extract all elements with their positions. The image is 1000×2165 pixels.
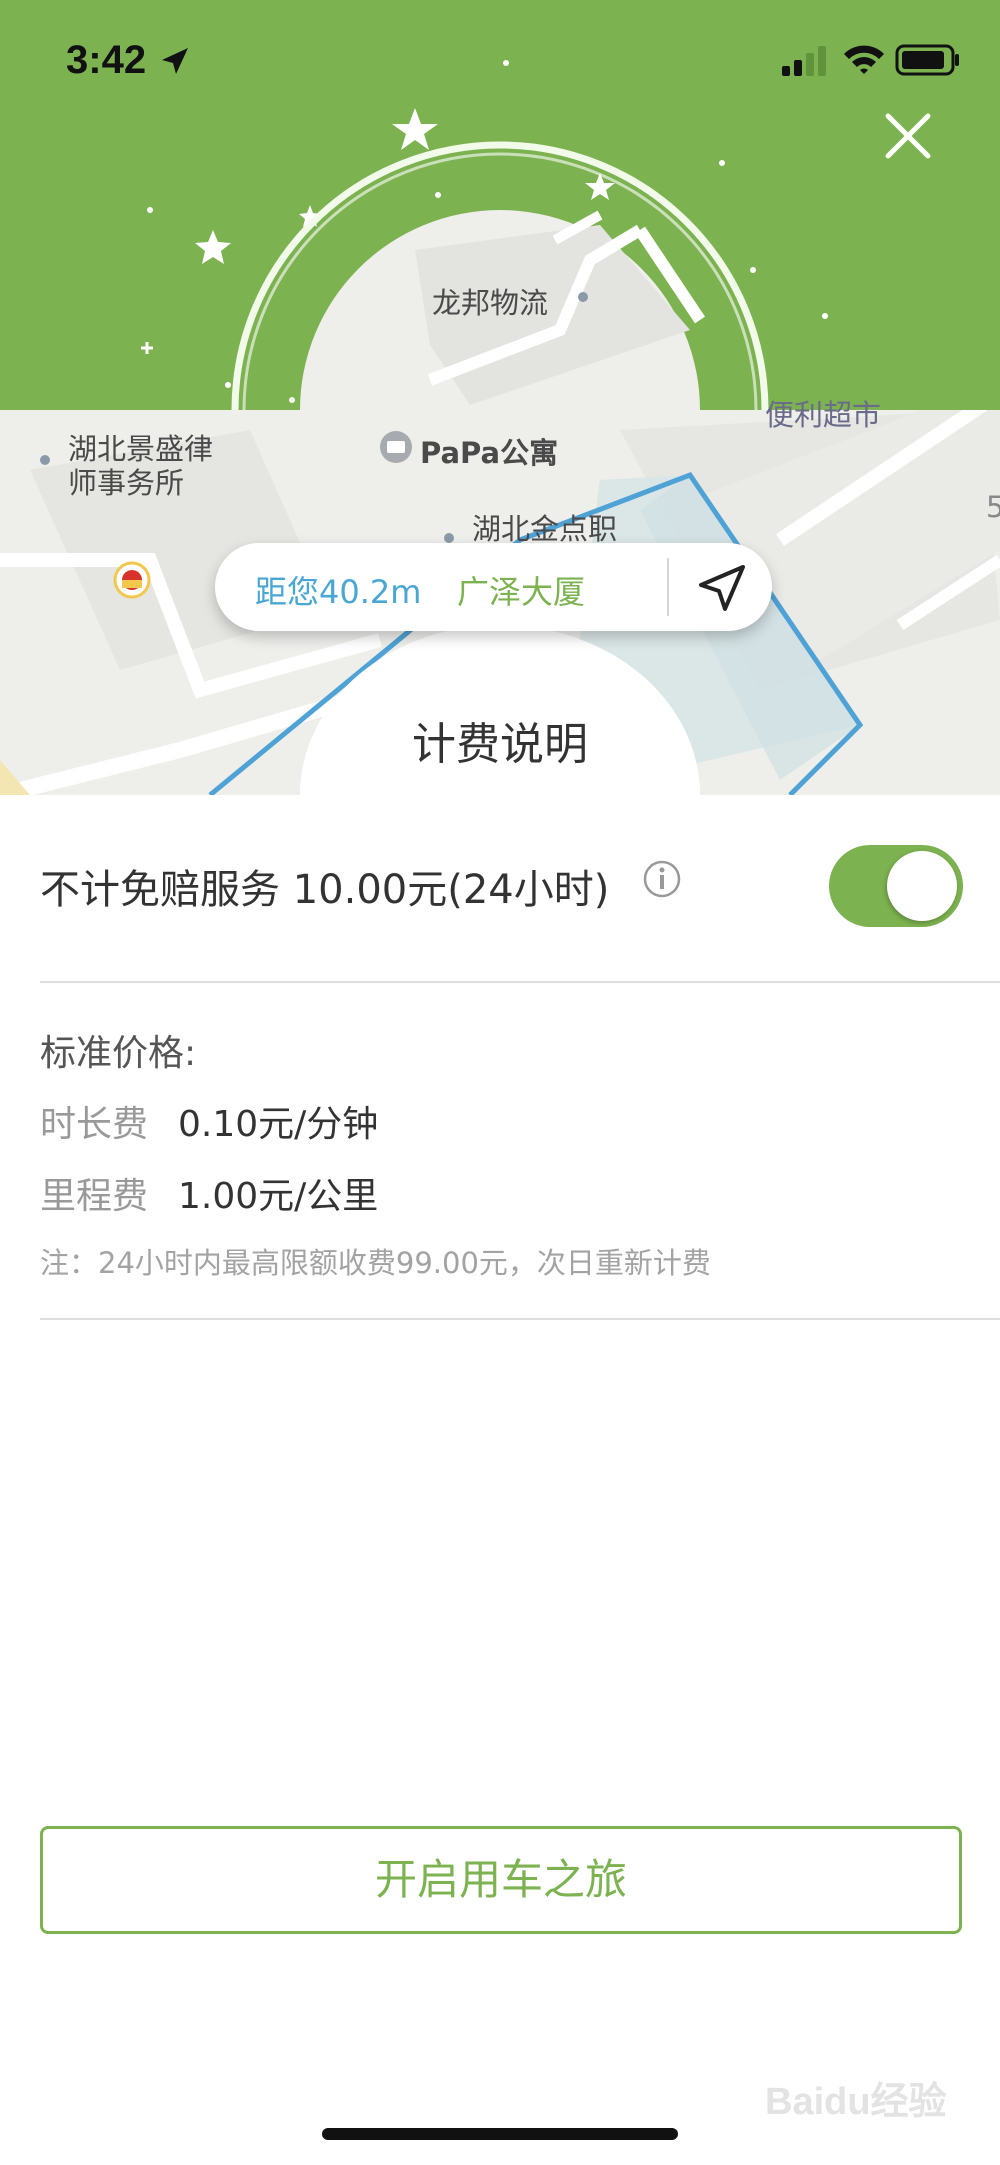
map-label-number: 5: [986, 490, 1000, 524]
map-label-store: 便利超市: [765, 398, 882, 432]
navigate-icon[interactable]: [693, 561, 749, 617]
price-row-duration: 时长费 0.10元/分钟: [40, 1095, 378, 1147]
price-label: 时长费: [40, 1104, 149, 1145]
divider-top: [40, 981, 1000, 983]
location-card: 距您40.2m 广泽大厦: [215, 543, 772, 631]
map-label-law-firm: 师事务所: [68, 466, 185, 500]
hotel-icon: [380, 431, 412, 463]
info-icon[interactable]: [642, 859, 682, 899]
price-row-mileage: 里程费 1.00元/公里: [40, 1167, 378, 1219]
start-trip-button[interactable]: 开启用车之旅: [40, 1826, 962, 1934]
map-label-hubei-jindian: 湖北金点职: [472, 512, 618, 546]
service-row: 不计免赔服务 10.00元(24小时): [0, 795, 1000, 985]
toggle-knob: [887, 851, 957, 921]
map-label-longbang: 龙邦物流: [432, 286, 549, 320]
home-indicator[interactable]: [322, 2128, 678, 2140]
place-name: 广泽大厦: [457, 573, 586, 611]
map-label-papa: PaPa公寓: [420, 436, 559, 470]
price-value: 1.00元/公里: [178, 1176, 379, 1217]
divider-bottom: [40, 1318, 1000, 1320]
price-value: 0.10元/分钟: [178, 1104, 379, 1145]
service-toggle[interactable]: [829, 845, 963, 927]
distance-text: 距您40.2m: [255, 573, 422, 611]
fee-title: 计费说明: [412, 719, 588, 770]
service-label: 不计免赔服务 10.00元(24小时): [40, 867, 610, 913]
baidu-watermark: Baidu经验: [765, 2081, 947, 2123]
pricing-title: 标准价格:: [40, 1033, 197, 1074]
pill-divider: [667, 558, 669, 616]
pricing-note: 注：24小时内最高限额收费99.00元，次日重新计费: [40, 1246, 711, 1280]
price-label: 里程费: [40, 1176, 149, 1217]
gas-station-icon: [113, 561, 151, 599]
